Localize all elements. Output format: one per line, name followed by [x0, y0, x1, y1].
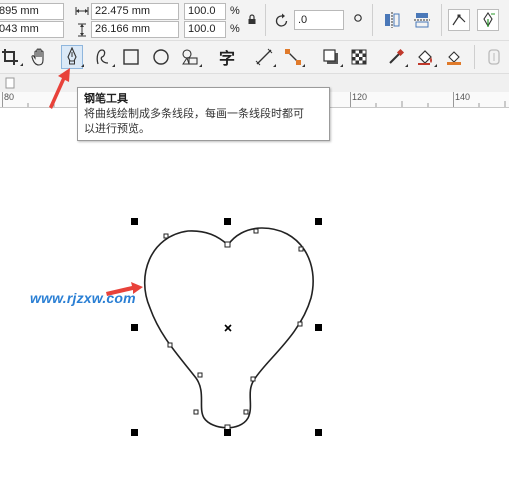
pen-tool-tooltip: 钢笔工具 将曲线绘制成多条线段，每画一条线段时都可 以进行预览。 [77, 87, 330, 141]
tooltip-description-line1: 将曲线绘制成多条线段，每画一条线段时都可 [84, 107, 304, 120]
tooltip-title: 钢笔工具 [84, 92, 128, 105]
annotation-arrows [49, 68, 143, 296]
arrow-to-curve [106, 282, 143, 296]
arrow-to-pen-tool [49, 68, 70, 109]
tooltip-description-line2: 以进行预览。 [84, 122, 150, 135]
